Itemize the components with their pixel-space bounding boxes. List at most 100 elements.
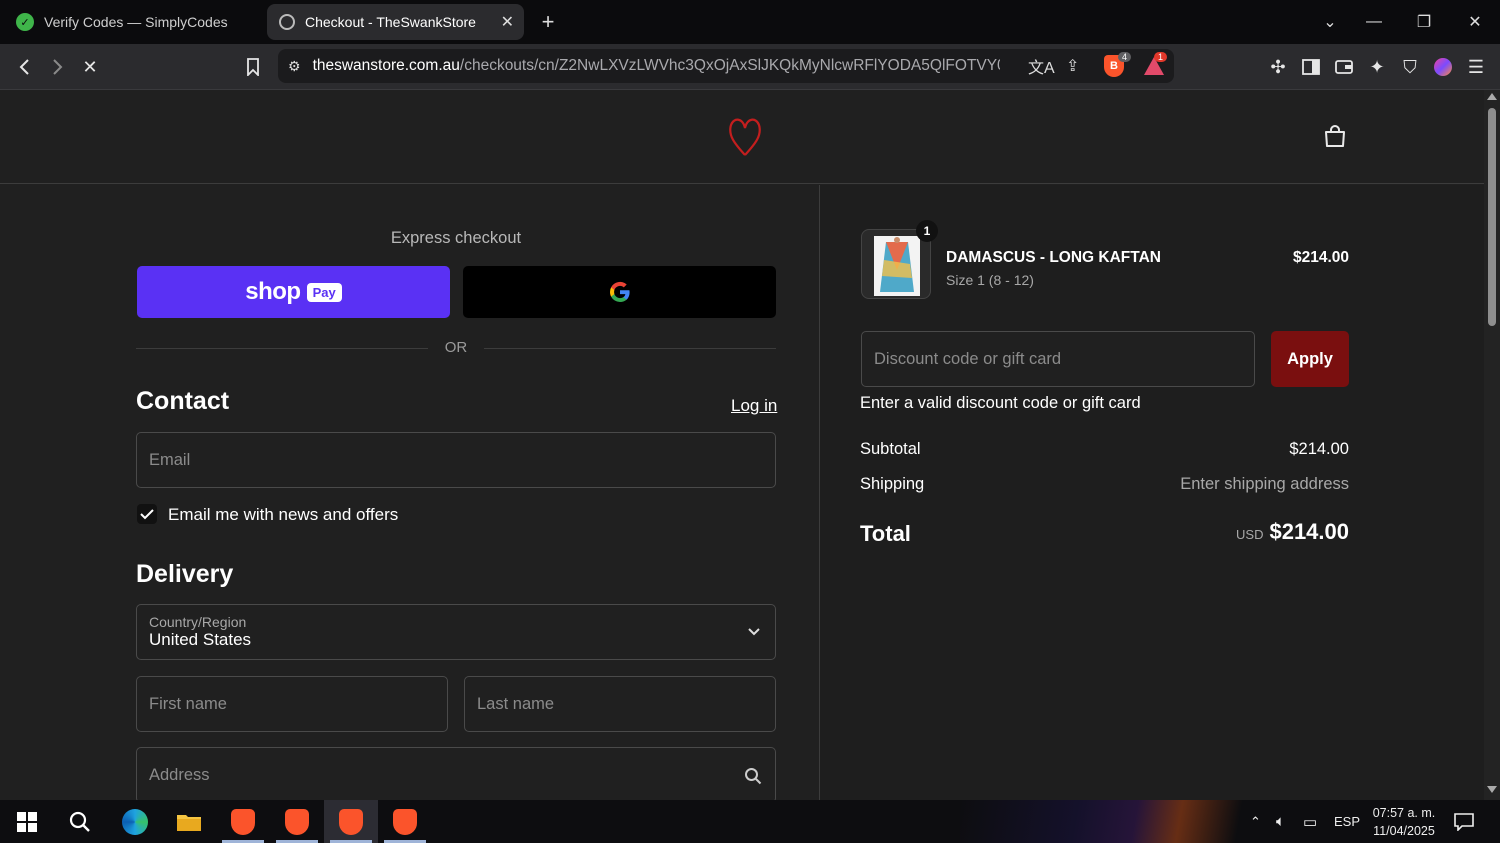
clock[interactable]: 07:57 a. m. 11/04/2025 — [1368, 800, 1440, 843]
close-tab-icon[interactable]: ✕ — [501, 12, 514, 32]
shop-pay-wordmark: shop — [245, 278, 301, 305]
extensions-puzzle-icon[interactable]: ✣ — [1265, 54, 1291, 80]
stop-loading-icon[interactable]: ✕ — [77, 54, 103, 80]
minimize-icon[interactable]: — — [1359, 8, 1389, 36]
scroll-down-icon[interactable] — [1487, 786, 1497, 793]
shields-count-badge: 4 — [1118, 52, 1132, 62]
delivery-heading: Delivery — [136, 560, 234, 588]
brave-taskbar-icon-4[interactable] — [378, 800, 432, 843]
country-label: Country/Region — [149, 614, 247, 630]
address-field[interactable]: Address — [136, 747, 776, 800]
item-price: $214.00 — [1292, 249, 1349, 266]
language-indicator[interactable]: ESP — [1334, 800, 1360, 843]
search-icon — [745, 768, 762, 785]
contact-heading: Contact — [136, 387, 230, 415]
divider-left — [136, 348, 428, 349]
leo-ai-icon[interactable]: ✦ — [1364, 54, 1390, 80]
page-scrollbar[interactable] — [1484, 90, 1500, 800]
scroll-thumb[interactable] — [1488, 108, 1496, 326]
brave-taskbar-icon-3[interactable] — [324, 800, 378, 843]
brave-taskbar-icon-1[interactable] — [216, 800, 270, 843]
loading-globe-icon — [279, 14, 295, 30]
express-checkout-label: Express checkout — [390, 229, 522, 247]
network-icon[interactable]: ▭ — [1303, 800, 1317, 843]
sidebar-icon[interactable] — [1298, 54, 1324, 80]
search-taskbar-icon[interactable] — [53, 800, 107, 843]
tab-title: Verify Codes — SimplyCodes — [44, 14, 228, 30]
browser-tab-strip: ✓ Verify Codes — SimplyCodes Checkout - … — [0, 0, 1500, 44]
shop-pay-button[interactable]: shop Pay — [137, 266, 450, 318]
tab-simplycodes[interactable]: ✓ Verify Codes — SimplyCodes — [4, 4, 262, 40]
order-summary: 1 DAMASCUS - LONG KAFTAN Size 1 (8 - 12)… — [819, 185, 1484, 800]
address-bar[interactable]: ⚙ theswanstore.com.au /checkouts/cn/Z2Nw… — [278, 49, 1174, 83]
last-name-field[interactable]: Last name — [464, 676, 776, 732]
clock-time: 07:57 a. m. — [1372, 805, 1436, 820]
discount-placeholder: Discount code or gift card — [874, 349, 1062, 368]
window-close-icon[interactable]: ✕ — [1460, 8, 1490, 36]
newsletter-label: Email me with news and offers — [168, 505, 399, 524]
browser-toolbar: ✕ ⚙ theswanstore.com.au /checkouts/cn/Z2… — [0, 44, 1500, 90]
apply-button[interactable]: Apply — [1271, 331, 1349, 387]
or-divider-label: OR — [444, 339, 468, 356]
site-info-icon[interactable]: ⚙ — [288, 58, 301, 75]
vpn-shield-icon[interactable]: ⛉ — [1397, 54, 1423, 80]
tab-checkout[interactable]: Checkout - TheSwankStore ✕ — [267, 4, 524, 40]
back-icon[interactable] — [12, 54, 38, 80]
notifications-icon[interactable] — [1454, 800, 1474, 843]
volume-icon[interactable]: 🔈︎ — [1276, 800, 1285, 843]
brave-taskbar-icon-2[interactable] — [270, 800, 324, 843]
start-windows-icon[interactable] — [0, 800, 54, 843]
profile-avatar-icon[interactable] — [1430, 54, 1456, 80]
clock-date: 11/04/2025 — [1373, 823, 1435, 838]
menu-hamburger-icon[interactable]: ☰ — [1463, 54, 1489, 80]
windows-taskbar: ⌃ 🔈︎ ▭ ESP 07:57 a. m. 11/04/2025 — [0, 800, 1500, 843]
url-host: theswanstore.com.au — [312, 57, 460, 74]
total-value: $214.00 — [1269, 519, 1349, 544]
rewards-count-badge: 1 — [1154, 52, 1168, 62]
item-variant: Size 1 (8 - 12) — [946, 272, 1034, 288]
checkmark-icon — [140, 509, 154, 520]
item-name: DAMASCUS - LONG KAFTAN — [946, 249, 1161, 266]
wallpaper-glow — [960, 800, 1250, 843]
subtotal-value: $214.00 — [1289, 440, 1349, 458]
newsletter-checkbox[interactable] — [137, 504, 157, 524]
checkout-page: Express checkout shop Pay OR Contact Log… — [0, 90, 1484, 800]
discount-input[interactable]: Discount code or gift card — [861, 331, 1255, 387]
total-row: USD $214.00 — [1209, 519, 1349, 545]
email-field[interactable]: Email — [136, 432, 776, 488]
simplycodes-favicon-icon: ✓ — [16, 13, 34, 31]
url-path: /checkouts/cn/Z2NwLXVzLWVhc3QxOjAxSlJKQk… — [459, 57, 1000, 74]
share-icon[interactable]: ⇪ — [1066, 56, 1079, 76]
scroll-up-icon[interactable] — [1487, 93, 1497, 100]
shipping-value: Enter shipping address — [1180, 475, 1349, 493]
email-placeholder: Email — [149, 450, 191, 469]
edge-icon[interactable] — [108, 800, 162, 843]
total-currency: USD — [1236, 527, 1264, 542]
last-name-placeholder: Last name — [477, 694, 555, 713]
checkout-form: Express checkout shop Pay OR Contact Log… — [0, 185, 819, 800]
login-link[interactable]: Log in — [731, 396, 777, 416]
total-label: Total — [860, 521, 911, 546]
country-select[interactable]: Country/Region United States — [136, 604, 776, 660]
tab-search-chevron-icon[interactable]: ⌄ — [1315, 8, 1345, 36]
tab-title: Checkout - TheSwankStore — [305, 14, 476, 30]
bookmark-icon[interactable] — [240, 54, 266, 80]
new-tab-plus-icon[interactable]: + — [533, 8, 563, 36]
google-g-icon — [609, 281, 630, 303]
google-pay-button[interactable] — [463, 266, 776, 318]
restore-icon[interactable]: ❐ — [1409, 8, 1439, 36]
file-explorer-icon[interactable] — [162, 800, 216, 843]
translate-icon[interactable]: 文A — [1028, 54, 1055, 78]
quantity-badge: 1 — [916, 220, 938, 242]
show-hidden-icons-chevron-icon[interactable]: ⌃ — [1250, 800, 1261, 843]
shop-pay-badge: Pay — [306, 282, 342, 302]
store-header — [0, 90, 1484, 184]
first-name-field[interactable]: First name — [136, 676, 448, 732]
forward-icon[interactable] — [44, 54, 70, 80]
first-name-placeholder: First name — [149, 694, 227, 713]
shopping-bag-icon[interactable] — [1322, 123, 1348, 154]
product-thumbnail: 1 — [861, 220, 938, 299]
heart-logo-icon[interactable] — [726, 115, 764, 162]
discount-error: Enter a valid discount code or gift card — [860, 394, 1141, 412]
wallet-icon[interactable] — [1331, 54, 1357, 80]
